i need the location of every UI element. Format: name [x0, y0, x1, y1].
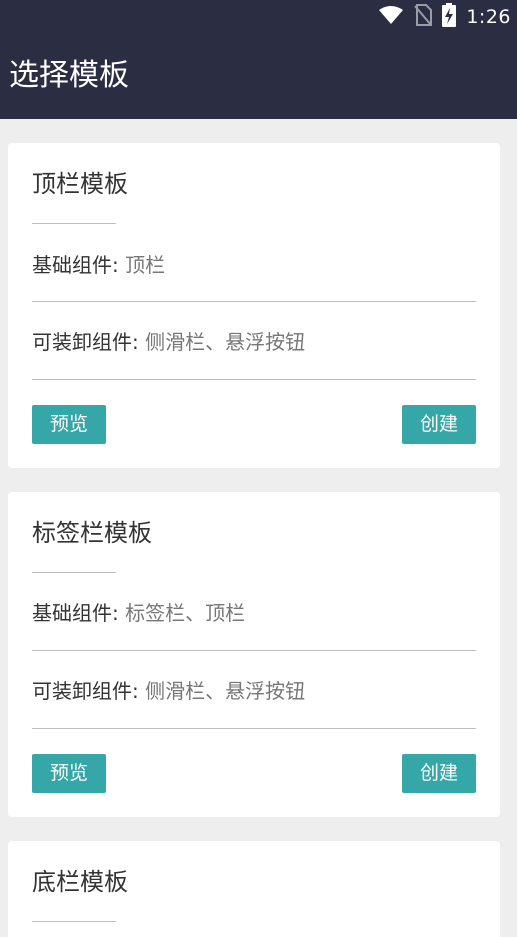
optional-components-row: 可装卸组件: 侧滑栏、悬浮按钮 — [32, 327, 305, 357]
page-title: 选择模板 — [9, 58, 129, 93]
base-components-value: 顶栏 — [125, 253, 166, 277]
app-bar: 选择模板 — [0, 34, 517, 119]
preview-button[interactable]: 预览 — [32, 405, 106, 444]
status-time: 1:26 — [466, 6, 511, 28]
status-bar: 1:26 — [0, 0, 517, 34]
template-card-bottom-bar: 底栏模板 — [8, 841, 500, 937]
base-components-value: 标签栏、顶栏 — [125, 601, 246, 625]
row-divider — [32, 650, 476, 651]
title-divider — [32, 572, 116, 573]
card-title: 标签栏模板 — [32, 519, 152, 547]
no-sim-icon — [414, 4, 433, 30]
base-components-row: 基础组件: 标签栏、顶栏 — [32, 598, 245, 628]
status-icons: 1:26 — [378, 0, 511, 34]
optional-components-label: 可装卸组件: — [32, 330, 139, 354]
template-card-tab-bar: 标签栏模板 基础组件: 标签栏、顶栏 可装卸组件: 侧滑栏、悬浮按钮 预览 创建 — [8, 492, 500, 817]
wifi-icon — [378, 5, 404, 29]
optional-components-value: 侧滑栏、悬浮按钮 — [145, 679, 306, 703]
base-components-label: 基础组件: — [32, 253, 119, 277]
optional-components-label: 可装卸组件: — [32, 679, 139, 703]
card-title: 顶栏模板 — [32, 170, 128, 198]
create-button[interactable]: 创建 — [402, 405, 476, 444]
row-divider — [32, 379, 476, 380]
title-divider — [32, 223, 116, 224]
optional-components-row: 可装卸组件: 侧滑栏、悬浮按钮 — [32, 676, 305, 706]
battery-charging-icon — [442, 3, 457, 31]
row-divider — [32, 728, 476, 729]
base-components-label: 基础组件: — [32, 601, 119, 625]
template-list[interactable]: 顶栏模板 基础组件: 顶栏 可装卸组件: 侧滑栏、悬浮按钮 预览 创建 标签栏模… — [0, 119, 517, 937]
optional-components-value: 侧滑栏、悬浮按钮 — [145, 330, 306, 354]
row-divider — [32, 301, 476, 302]
title-divider — [32, 921, 116, 922]
preview-button[interactable]: 预览 — [32, 754, 106, 793]
card-title: 底栏模板 — [32, 868, 128, 896]
base-components-row: 基础组件: 顶栏 — [32, 250, 165, 280]
create-button[interactable]: 创建 — [402, 754, 476, 793]
template-card-top-bar: 顶栏模板 基础组件: 顶栏 可装卸组件: 侧滑栏、悬浮按钮 预览 创建 — [8, 143, 500, 468]
